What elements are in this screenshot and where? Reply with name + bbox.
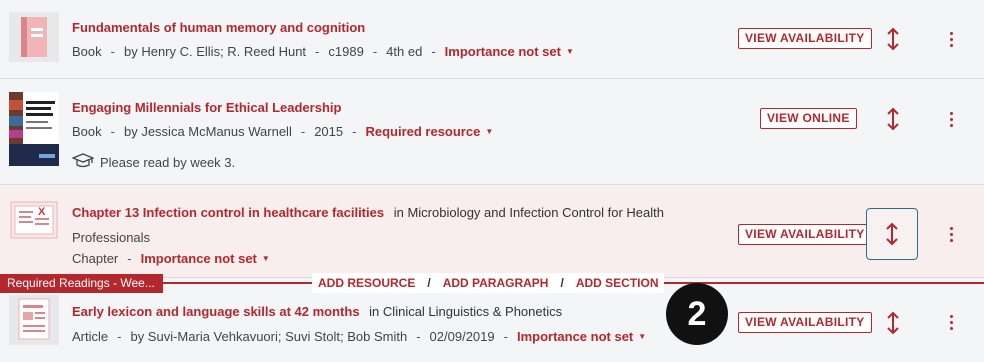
caret-down-icon: ▼ <box>261 254 270 263</box>
book-icon <box>9 12 59 67</box>
kebab-menu-icon[interactable] <box>945 107 957 131</box>
importance-dropdown[interactable]: Importance not set ▼ <box>445 44 574 59</box>
item-title-link[interactable]: Fundamentals of human memory and cogniti… <box>72 20 365 35</box>
item-meta: Book - by Henry C. Ellis; R. Reed Hunt - c19… <box>72 44 574 59</box>
item-title: Early lexicon and language skills at 42 … <box>72 304 562 319</box>
item-authors: by Henry C. Ellis; R. Reed Hunt <box>123 44 307 59</box>
item-meta: Book - by Jessica McManus Warnell -2015- Req… <box>72 124 493 139</box>
meta-separator: - <box>117 329 122 344</box>
caret-down-icon: ▼ <box>565 47 574 56</box>
meta-separator: - <box>372 44 378 59</box>
student-note: Please read by week 3. <box>71 153 236 172</box>
view-online-button[interactable]: VIEW ONLINE <box>760 108 857 129</box>
item-date: 02/09/2019 <box>429 329 495 344</box>
item-type: Chapter <box>72 251 119 266</box>
move-arrows-icon[interactable] <box>881 25 905 53</box>
meta-separator: - <box>416 329 421 344</box>
item-meta: Article - by Suvi-Maria Vehkavuori; Suvi S… <box>72 329 646 344</box>
section-label[interactable]: Required Readings - Wee... <box>0 274 163 293</box>
list-item: Fundamentals of human memory and cogniti… <box>0 0 984 79</box>
kebab-menu-icon[interactable] <box>945 310 957 334</box>
importance-label: Importance not set <box>140 251 257 266</box>
container-title: Clinical Linguistics & Phonetics <box>382 304 563 319</box>
add-separator: / <box>560 276 564 290</box>
item-type: Book <box>72 124 102 139</box>
meta-separator: - <box>315 44 320 59</box>
article-icon <box>9 295 59 350</box>
item-title-link[interactable]: Early lexicon and language skills at 42 … <box>72 304 360 319</box>
add-paragraph-link[interactable]: ADD PARAGRAPH <box>443 276 549 290</box>
container-title: Microbiology and Infection Control for H… <box>407 205 664 220</box>
in-prefix: in <box>369 304 380 319</box>
add-links-bar: ADD RESOURCE / ADD PARAGRAPH / ADD SECTI… <box>312 273 665 293</box>
move-arrows-icon[interactable] <box>881 105 905 133</box>
importance-dropdown[interactable]: Importance not set ▼ <box>141 251 270 266</box>
caret-down-icon: ▼ <box>638 332 647 341</box>
item-title-link[interactable]: Chapter 13 Infection control in healthca… <box>72 205 384 220</box>
importance-dropdown[interactable]: Importance not set ▼ <box>517 329 646 344</box>
note-text: Please read by week 3. <box>100 155 236 170</box>
item-type: Article <box>72 329 109 344</box>
item-date: 2015 <box>314 124 344 139</box>
list-item: X Chapter 13 Infection control in health… <box>0 186 984 278</box>
importance-label: Importance not set <box>444 44 561 59</box>
add-section-link[interactable]: ADD SECTION <box>576 276 659 290</box>
move-arrows-icon[interactable] <box>866 208 918 260</box>
importance-label: Importance not set <box>516 329 634 344</box>
item-date: c1989 <box>328 44 364 59</box>
svg-text:X: X <box>38 206 46 218</box>
list-item: Engaging Millennials for Ethical Leaders… <box>0 80 984 185</box>
step-number-badge: 2 <box>666 283 728 345</box>
item-type: Book <box>72 44 102 59</box>
section-divider: Required Readings - Wee... ADD RESOURCE … <box>0 272 984 293</box>
item-title[interactable]: Engaging Millennials for Ethical Leaders… <box>72 100 341 115</box>
importance-dropdown[interactable]: Required resource ▼ <box>365 124 493 139</box>
view-availability-button[interactable]: VIEW AVAILABILITY <box>738 224 872 245</box>
meta-separator: - <box>110 44 115 59</box>
caret-down-icon: ▼ <box>485 127 494 136</box>
kebab-menu-icon[interactable] <box>945 222 957 246</box>
item-title[interactable]: Fundamentals of human memory and cogniti… <box>72 20 365 35</box>
add-separator: / <box>427 276 431 290</box>
in-prefix: in <box>393 205 404 220</box>
meta-separator: - <box>300 124 306 139</box>
item-authors: by Suvi-Maria Vehkavuori; Suvi Stolt; Bo… <box>130 329 408 344</box>
view-availability-button[interactable]: VIEW AVAILABILITY <box>738 312 872 333</box>
meta-separator: - <box>431 44 436 59</box>
item-meta: Chapter - Importance not set ▼ <box>72 251 270 266</box>
meta-separator: - <box>127 251 132 266</box>
meta-separator: - <box>503 329 508 344</box>
importance-label: Required resource <box>365 124 481 139</box>
kebab-menu-icon[interactable] <box>945 27 957 51</box>
item-title: Chapter 13 Infection control in healthca… <box>72 205 664 220</box>
move-arrows-icon[interactable] <box>881 309 905 337</box>
item-edition: 4th ed <box>386 44 423 59</box>
add-resource-link[interactable]: ADD RESOURCE <box>318 276 415 290</box>
item-title-link[interactable]: Engaging Millennials for Ethical Leaders… <box>72 100 341 115</box>
item-authors: by Jessica McManus Warnell <box>123 124 292 139</box>
chapter-icon: X <box>9 198 59 249</box>
meta-separator: - <box>110 124 115 139</box>
graduation-cap-icon <box>71 153 95 172</box>
book-cover-image <box>9 92 59 166</box>
view-availability-button[interactable]: VIEW AVAILABILITY <box>738 28 872 49</box>
meta-separator: - <box>352 124 357 139</box>
container-title-cont: Professionals <box>72 230 151 245</box>
